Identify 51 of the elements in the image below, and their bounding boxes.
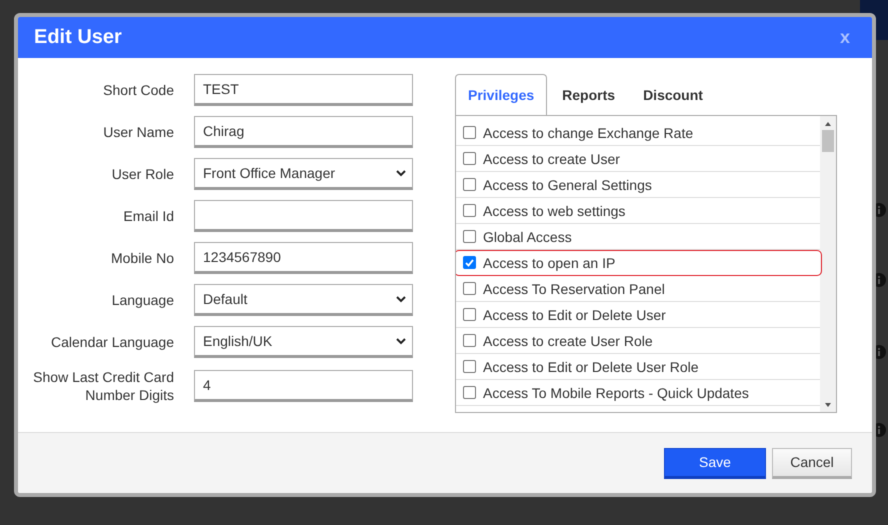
privilege-label: Access to web settings xyxy=(483,202,626,218)
checkbox[interactable] xyxy=(463,360,476,373)
save-button[interactable]: Save xyxy=(664,448,766,478)
privilege-label: Access to create User Role xyxy=(483,332,653,348)
input-field[interactable]: Chirag xyxy=(194,116,413,148)
tab[interactable]: Discount xyxy=(630,74,716,115)
checkbox[interactable] xyxy=(463,230,476,243)
scrollbar[interactable] xyxy=(820,116,836,412)
input-field[interactable]: TEST xyxy=(194,74,413,106)
tab[interactable]: Privileges xyxy=(455,74,548,115)
chevron-down-icon xyxy=(396,170,406,176)
checkbox[interactable] xyxy=(463,178,476,191)
input-field[interactable] xyxy=(194,200,413,232)
checkbox[interactable] xyxy=(463,308,476,321)
checkbox[interactable] xyxy=(463,152,476,165)
dropdown-field[interactable]: English/UK xyxy=(194,326,413,358)
chevron-down-icon xyxy=(396,338,406,344)
privilege-label: Access to change Exchange Rate xyxy=(483,124,694,140)
checkbox[interactable] xyxy=(463,386,476,399)
privilege-label: Access to create User xyxy=(483,150,620,166)
dialog-title: Edit User xyxy=(34,26,122,49)
field-label: Mobile No xyxy=(110,249,175,267)
privilege-label: Access to Edit or Delete User Role xyxy=(483,358,699,374)
checkbox[interactable] xyxy=(463,126,476,139)
field-label: User Role xyxy=(110,165,175,183)
privilege-label: Access to General Settings xyxy=(483,176,652,192)
privilege-label: Global Access xyxy=(483,228,572,244)
privilege-label: Access to Edit or Delete User xyxy=(483,306,666,322)
privilege-label: Access To Reservation Panel xyxy=(483,280,665,296)
field-label: User Name xyxy=(102,123,175,141)
scroll-down-icon[interactable] xyxy=(824,401,832,409)
field-label: Show Last Credit Card Number Digits xyxy=(32,368,175,404)
field-label: Language xyxy=(110,291,175,309)
field-label: Short Code xyxy=(102,81,175,99)
scrollbar-thumb[interactable] xyxy=(822,130,834,152)
input-field[interactable]: 1234567890 xyxy=(194,242,413,274)
input-field[interactable]: 4 xyxy=(194,370,413,402)
scroll-up-icon[interactable] xyxy=(824,120,832,128)
tab[interactable]: Reports xyxy=(549,74,628,115)
checkbox[interactable] xyxy=(463,334,476,347)
checkbox[interactable] xyxy=(463,256,476,269)
privilege-label: Access To Mobile Reports - Quick Updates xyxy=(483,384,749,400)
checkbox[interactable] xyxy=(463,282,476,295)
dropdown-field[interactable]: Front Office Manager xyxy=(194,158,413,190)
cancel-button[interactable]: Cancel xyxy=(772,448,852,478)
field-label: Email Id xyxy=(122,207,175,225)
checkbox[interactable] xyxy=(463,204,476,217)
dropdown-field[interactable]: Default xyxy=(194,284,413,316)
chevron-down-icon xyxy=(396,296,406,302)
privilege-label: Access to open an IP xyxy=(483,254,616,270)
field-label: Calendar Language xyxy=(50,333,175,351)
